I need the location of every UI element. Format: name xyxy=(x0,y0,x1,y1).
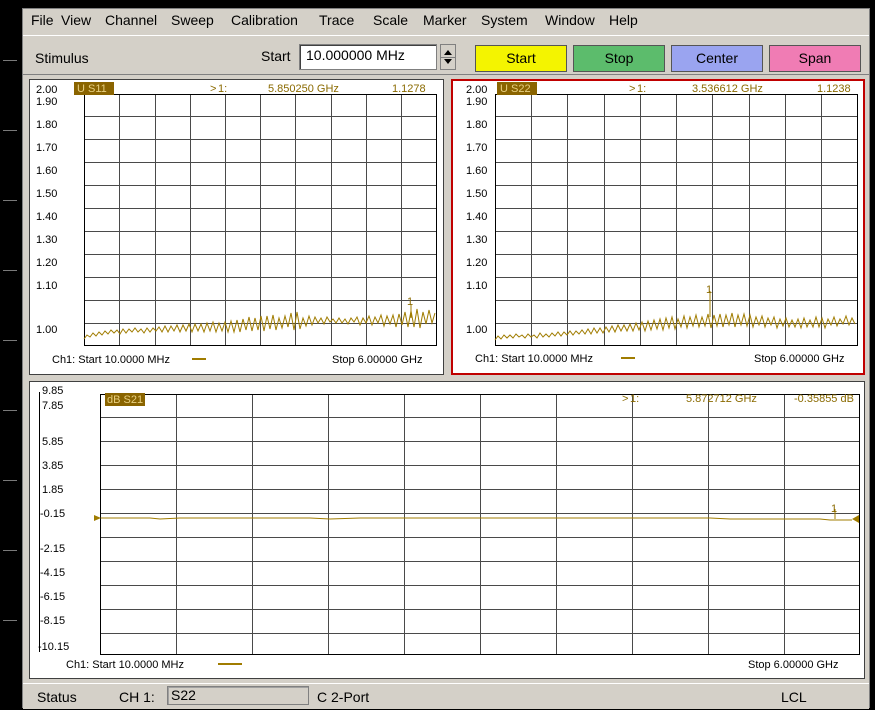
span-button[interactable]: Span xyxy=(769,45,861,72)
spin-up-icon[interactable] xyxy=(444,50,452,55)
start-frequency-input[interactable]: 10.000000 MHz xyxy=(299,44,437,70)
s21-trace-badge-label: dB S21 xyxy=(107,394,143,406)
s21-trace-window[interactable]: 9.85 7.85 5.85 3.85 1.85 -0.15 -2.15 -4.… xyxy=(29,381,865,679)
menu-calibration[interactable]: Calibration xyxy=(231,12,298,28)
s22-marker-prefix: > xyxy=(629,83,635,95)
s11-plot: 2.00 1.90 1.80 1.70 1.60 1.50 1.40 1.30 … xyxy=(36,82,437,366)
s21-ytick: -2.15 xyxy=(40,543,65,555)
s22-grid xyxy=(495,94,858,346)
start-frequency-spinner[interactable] xyxy=(440,44,456,70)
stimulus-label: Stimulus xyxy=(35,50,89,66)
status-label: Status xyxy=(37,689,77,705)
s22-marker-label: 1 xyxy=(706,284,712,296)
s22-ytick: 1.90 xyxy=(466,96,487,108)
s21-ytick: -4.15 xyxy=(40,567,65,579)
start-button[interactable]: Start xyxy=(475,45,567,72)
s11-ytick: 1.80 xyxy=(36,119,57,131)
s21-marker-value: -0.35855 dB xyxy=(794,393,854,405)
s22-ytick: 1.10 xyxy=(466,280,487,292)
s11-trace-badge-label: U S11 xyxy=(77,83,107,95)
s22-trace-window[interactable]: 2.00 1.90 1.80 1.70 1.60 1.50 1.40 1.30 … xyxy=(451,79,865,375)
s22-ytick: 1.50 xyxy=(466,188,487,200)
s22-ytick: 1.60 xyxy=(466,165,487,177)
s11-marker-value: 1.1278 xyxy=(392,83,426,95)
s11-marker-frequency: 5.850250 GHz xyxy=(268,83,339,95)
s11-marker-number: 1: xyxy=(218,83,227,95)
menu-file[interactable]: File xyxy=(31,12,54,28)
s22-ytick: 1.70 xyxy=(466,142,487,154)
s21-marker-frequency: 5.872712 GHz xyxy=(686,393,757,405)
s21-marker-prefix: > xyxy=(622,393,628,405)
status-bar: Status CH 1: S22 C 2-Port LCL xyxy=(23,683,869,709)
s21-ytick: -10.15 xyxy=(38,641,69,653)
s22-ytick: 1.80 xyxy=(466,119,487,131)
s11-ytick: 1.30 xyxy=(36,234,57,246)
menu-bar: File View Channel Sweep Calibration Trac… xyxy=(23,9,869,33)
s22-trace-line xyxy=(494,312,856,341)
menu-channel[interactable]: Channel xyxy=(105,12,157,28)
s22-footer-stop: Stop 6.00000 GHz xyxy=(754,353,845,365)
s22-marker-number: 1: xyxy=(637,83,646,95)
menu-sweep[interactable]: Sweep xyxy=(171,12,214,28)
menu-trace[interactable]: Trace xyxy=(319,12,354,28)
s11-footer-stop: Stop 6.00000 GHz xyxy=(332,354,423,366)
stimulus-toolbar: Stimulus Start 10.000000 MHz Start Stop … xyxy=(23,35,869,75)
status-mode: LCL xyxy=(781,689,807,705)
s22-ytick: 1.00 xyxy=(466,324,487,336)
s22-ytick: 2.00 xyxy=(466,84,487,96)
s21-marker-label: 1 xyxy=(831,503,837,515)
s22-ytick: 1.40 xyxy=(466,211,487,223)
s21-footer-stop: Stop 6.00000 GHz xyxy=(748,659,839,671)
s22-footer-start: Ch1: Start 10.0000 MHz xyxy=(475,353,593,365)
menu-help[interactable]: Help xyxy=(609,12,638,28)
status-channel: CH 1: xyxy=(119,689,155,705)
status-calibration: C 2-Port xyxy=(317,689,370,705)
s21-footer-start: Ch1: Start 10.0000 MHz xyxy=(66,659,184,671)
s11-ytick: 1.60 xyxy=(36,165,57,177)
status-active-trace: S22 xyxy=(167,686,309,705)
s11-ytick: 1.50 xyxy=(36,188,57,200)
s22-plot: 2.00 1.90 1.80 1.70 1.60 1.50 1.40 1.30 … xyxy=(466,82,858,365)
s21-ytick: 1.85 xyxy=(42,484,63,496)
left-window-strip xyxy=(0,0,20,710)
s11-ytick: 1.20 xyxy=(36,257,57,269)
s11-ytick: 1.70 xyxy=(36,142,57,154)
s11-trace-window[interactable]: 2.00 1.90 1.80 1.70 1.60 1.50 1.40 1.30 … xyxy=(29,79,444,375)
s21-ytick: -0.15 xyxy=(40,508,65,520)
s21-ytick: -8.15 xyxy=(40,615,65,627)
s11-ytick: 2.00 xyxy=(36,84,57,96)
s21-ytick: 3.85 xyxy=(42,460,63,472)
s22-marker-value: 1.1238 xyxy=(817,83,851,95)
s22-marker-frequency: 3.536612 GHz xyxy=(692,83,763,95)
menu-marker[interactable]: Marker xyxy=(423,12,467,28)
s21-trace-line xyxy=(101,517,852,521)
spin-down-icon[interactable] xyxy=(444,59,452,64)
s11-ytick: 1.90 xyxy=(36,96,57,108)
s21-marker-number: 1: xyxy=(630,393,639,405)
s11-ytick: 1.00 xyxy=(36,324,57,336)
s22-trace-badge-label: U S22 xyxy=(500,83,531,95)
start-field-label: Start xyxy=(261,48,291,64)
s21-grid xyxy=(100,394,860,655)
s21-plot: 9.85 7.85 5.85 3.85 1.85 -0.15 -2.15 -4.… xyxy=(38,385,860,671)
s11-marker-prefix: > xyxy=(210,83,216,95)
menu-scale[interactable]: Scale xyxy=(373,12,408,28)
s22-ytick: 1.30 xyxy=(466,234,487,246)
s11-ytick: 1.10 xyxy=(36,280,57,292)
center-button[interactable]: Center xyxy=(671,45,763,72)
s22-ytick: 1.20 xyxy=(466,257,487,269)
s21-ytick: -6.15 xyxy=(40,591,65,603)
s21-ytick: 7.85 xyxy=(42,400,63,412)
s11-marker-label: 1 xyxy=(407,296,413,308)
s11-grid xyxy=(84,94,437,346)
s11-footer-start: Ch1: Start 10.0000 MHz xyxy=(52,354,170,366)
menu-view[interactable]: View xyxy=(61,12,91,28)
stop-button[interactable]: Stop xyxy=(573,45,665,72)
menu-window[interactable]: Window xyxy=(545,12,595,28)
network-analyzer-window: File View Channel Sweep Calibration Trac… xyxy=(22,8,870,709)
s11-ytick: 1.40 xyxy=(36,211,57,223)
menu-system[interactable]: System xyxy=(481,12,528,28)
s21-ytick: 5.85 xyxy=(42,436,63,448)
s21-ytick: 9.85 xyxy=(42,385,63,397)
